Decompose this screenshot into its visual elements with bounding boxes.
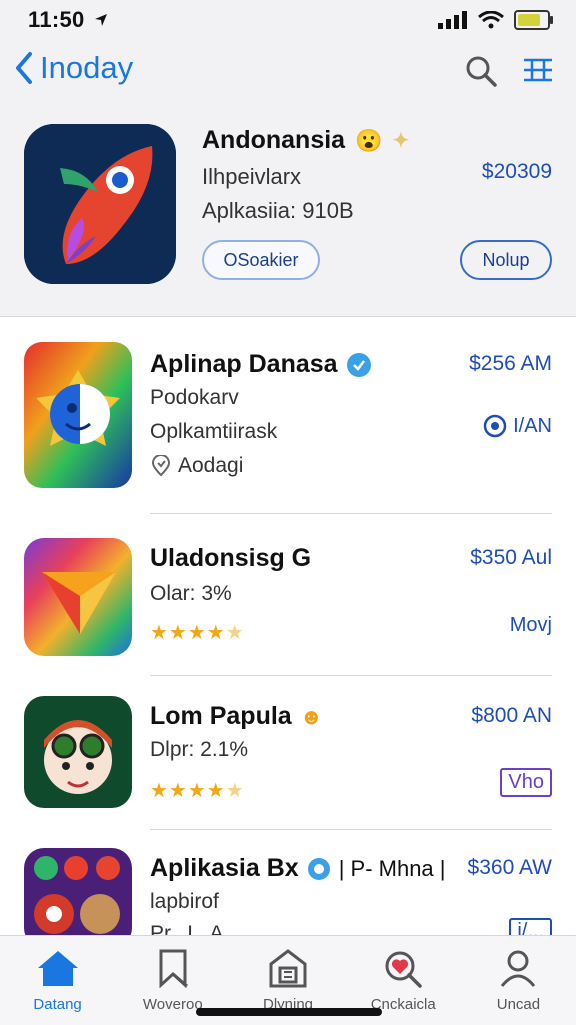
featured-get-button[interactable]: Nolup (460, 240, 552, 280)
status-time: 11:50 (28, 7, 85, 32)
list-item[interactable]: Lom Papula ☻ Dlpr: 2.1% ★★★★★ $800 AN Vh… (0, 676, 576, 830)
tab-label: Datang (33, 996, 82, 1013)
app-icon[interactable] (24, 538, 132, 656)
featured-app-icon[interactable] (24, 124, 176, 284)
tab-today[interactable]: Datang (0, 936, 115, 1025)
featured-app-card[interactable]: Andonansia 😮 ✦ Ilhpeivlarx Aplkasiia: 91… (0, 106, 576, 317)
app-subtitle: Podokarv (150, 386, 239, 409)
app-icon[interactable] (24, 848, 132, 940)
app-title: Aplikasia Bx | P- Mhna | (150, 854, 446, 882)
featured-app-tag[interactable]: OSoakier (202, 240, 320, 280)
home-indicator[interactable] (196, 1008, 382, 1016)
app-action-button[interactable]: Movj (510, 614, 552, 637)
person-icon (501, 950, 536, 987)
list-item[interactable]: Uladonsisg G Olar: 3% ★★★★★ $350 Aul Mov… (0, 514, 576, 676)
verified-badge-icon (307, 857, 330, 880)
verified-badge-icon (346, 352, 371, 377)
star-rating: ★★★★★ (150, 780, 245, 802)
tab-label: Woveroo (142, 996, 203, 1013)
bookmark-icon (159, 949, 188, 988)
list-item[interactable]: Aplikasia Bx | P- Mhna | lapbirof Pr., L… (0, 830, 576, 940)
app-title: Lom Papula ☻ (150, 702, 323, 730)
search-icon[interactable] (464, 54, 498, 88)
location-pin-icon (151, 455, 171, 477)
chevron-left-icon (16, 52, 32, 84)
circle-dot-icon (483, 414, 507, 438)
app-title-extra: | P- Mhna | (338, 855, 446, 881)
featured-app-subtitle: Ilhpeivlarx (202, 164, 302, 189)
app-price: $360 AW (467, 856, 552, 879)
featured-app-size: Aplkasiia: 910B (202, 198, 354, 223)
app-subtitle: Olar: 3% (150, 582, 232, 605)
app-icon[interactable] (24, 342, 132, 488)
app-price: $800 AN (471, 704, 552, 727)
featured-app-title: Andonansia 😮 ✦ (202, 126, 410, 154)
app-price: $256 AM (469, 352, 552, 375)
emoji-icon: 😮 (355, 127, 383, 153)
app-location: Aodagi (150, 454, 243, 478)
star-rating: ★★★★★ (150, 622, 245, 644)
sparkle-icon: ✦ (392, 130, 410, 152)
app-action-button[interactable]: Vho (500, 768, 552, 797)
wifi-icon (478, 11, 504, 29)
featured-app-price: $20309 (481, 160, 552, 183)
app-price: $350 Aul (470, 546, 552, 569)
tab-label: Uncad (496, 996, 541, 1013)
emoji-icon: ☻ (299, 703, 323, 729)
battery-icon (514, 10, 553, 30)
back-label: Inoday (40, 50, 134, 85)
location-arrow-icon (94, 14, 107, 26)
app-icon[interactable] (24, 696, 132, 808)
cellular-signal-icon (438, 11, 467, 29)
status-bar: 11:50 (0, 0, 576, 40)
tab-account[interactable]: Uncad (461, 936, 576, 1025)
app-action-button[interactable]: I/AN (483, 414, 552, 438)
app-title: Aplinap Danasa (150, 350, 372, 379)
app-title: Uladonsisg G (150, 544, 312, 572)
back-button[interactable]: Inoday (14, 50, 133, 86)
search-heart-icon (385, 951, 422, 988)
app-subtitle: Dlpr: 2.1% (150, 738, 249, 761)
list-item[interactable]: Aplinap Danasa Podokarv Oplkamtiirask Ao… (0, 316, 576, 514)
app-description: Oplkamtiirask (150, 420, 278, 443)
app-subtitle: lapbirof (150, 890, 219, 913)
list-view-icon[interactable] (522, 56, 554, 84)
navigation-bar: Inoday (0, 40, 576, 106)
home-icon (37, 951, 78, 986)
store-icon (269, 949, 307, 988)
